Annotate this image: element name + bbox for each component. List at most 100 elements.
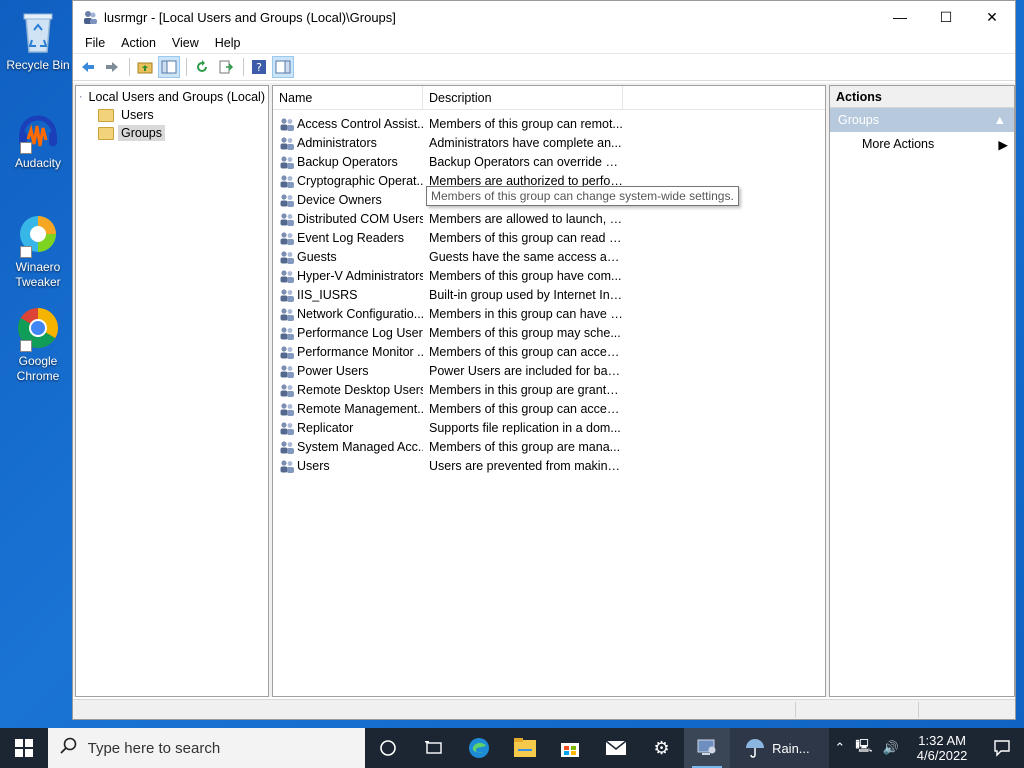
show-hide-action-pane-button[interactable]	[272, 56, 294, 78]
column-header-name[interactable]: Name	[273, 86, 423, 109]
group-description: Users are prevented from making ...	[429, 458, 623, 473]
tree-item-groups[interactable]: Groups	[76, 124, 268, 142]
group-icon	[280, 269, 294, 283]
table-row[interactable]: Backup Operators Backup Operators can ove…	[273, 152, 825, 171]
taskbar-settings[interactable]: ⚙	[639, 728, 685, 768]
desktop-icon-winaero-tweaker[interactable]: Winaero Tweaker	[4, 210, 72, 290]
show-hide-console-tree-button[interactable]	[158, 56, 180, 78]
group-description: Backup Operators can override se...	[429, 154, 623, 169]
table-row[interactable]: Performance Log Users Members of this gro…	[273, 323, 825, 342]
shortcut-arrow-icon	[20, 246, 32, 258]
taskbar-mail[interactable]	[593, 728, 639, 768]
group-description: Power Users are included for back...	[429, 363, 623, 378]
group-description: Members of this group can remot...	[429, 116, 623, 131]
table-row[interactable]: Users Users are prevented from making ...	[273, 456, 825, 475]
maximize-button[interactable]: ☐	[923, 1, 969, 33]
action-pane-icon	[275, 60, 291, 74]
group-description: Members of this group are mana...	[429, 439, 621, 454]
menu-view[interactable]: View	[164, 36, 207, 50]
actions-section-groups[interactable]: Groups ▲	[830, 108, 1014, 132]
taskbar-weather[interactable]: Rain...	[730, 728, 830, 768]
table-row[interactable]: Remote Management... Members of this grou…	[273, 399, 825, 418]
table-row[interactable]: Hyper-V Administrators Members of this gr…	[273, 266, 825, 285]
action-more-actions[interactable]: More Actions ▶	[830, 132, 1014, 156]
shortcut-arrow-icon	[20, 340, 32, 352]
minimize-button[interactable]: —	[877, 1, 923, 33]
tree-item-root[interactable]: Local Users and Groups (Local)	[76, 88, 268, 106]
task-view-button[interactable]	[365, 728, 411, 768]
desktop-icon-google-chrome[interactable]: Google Chrome	[4, 304, 72, 384]
title-bar[interactable]: lusrmgr - [Local Users and Groups (Local…	[73, 1, 1015, 33]
weather-text: Rain...	[772, 740, 810, 756]
group-name: Users	[297, 458, 330, 473]
menu-bar: File Action View Help	[73, 33, 1015, 53]
table-row[interactable]: Event Log Readers Members of this group c…	[273, 228, 825, 247]
group-name: Replicator	[297, 420, 354, 435]
close-button[interactable]: ✕	[969, 1, 1015, 33]
group-name: System Managed Acc...	[297, 439, 423, 454]
network-icon[interactable]: 🖳	[850, 737, 877, 759]
group-name: Event Log Readers	[297, 230, 405, 245]
taskbar-edge[interactable]	[456, 728, 502, 768]
tree-item-users[interactable]: Users	[76, 106, 268, 124]
help-button[interactable]: ?	[248, 56, 270, 78]
up-one-level-button[interactable]	[134, 56, 156, 78]
menu-help[interactable]: Help	[207, 36, 249, 50]
group-icon	[280, 364, 294, 378]
taskbar-clock[interactable]: 1:32 AM 4/6/2022	[904, 733, 981, 763]
table-row[interactable]: Network Configuratio... Members in this g…	[273, 304, 825, 323]
computer-users-icon	[80, 96, 82, 98]
table-row[interactable]: Administrators Administrators have comple…	[273, 133, 825, 152]
table-row[interactable]: Distributed COM Users Members are allowed…	[273, 209, 825, 228]
forward-arrow-icon	[106, 62, 118, 72]
table-row[interactable]: Replicator Supports file replication in a…	[273, 418, 825, 437]
export-list-button[interactable]	[215, 56, 237, 78]
status-segment	[918, 702, 919, 718]
taskbar-store[interactable]	[548, 728, 594, 768]
toolbar: ?	[73, 53, 1015, 81]
back-button[interactable]	[77, 56, 99, 78]
list-header: Name Description	[273, 86, 825, 110]
taskbar-search[interactable]: Type here to search	[47, 728, 366, 768]
refresh-icon	[197, 60, 207, 72]
desktop-icon-recycle-bin[interactable]: Recycle Bin	[4, 8, 72, 73]
taskbar-lusrmgr[interactable]	[684, 728, 731, 768]
group-description: Supports file replication in a dom...	[429, 420, 621, 435]
refresh-button[interactable]	[191, 56, 213, 78]
task-view-icon-button[interactable]	[411, 728, 457, 768]
table-row[interactable]: Access Control Assist... Members of this …	[273, 114, 825, 133]
actions-pane: Actions Groups ▲ More Actions ▶	[829, 85, 1015, 697]
group-description: Members of this group can read e...	[429, 230, 623, 245]
console-tree-icon	[161, 60, 177, 74]
action-center-button[interactable]	[980, 728, 1024, 768]
menu-file[interactable]: File	[77, 36, 113, 50]
forward-button[interactable]	[101, 56, 123, 78]
table-row[interactable]: System Managed Acc... Members of this gro…	[273, 437, 825, 456]
column-header-description[interactable]: Description	[423, 86, 623, 109]
desktop-icon-label: Winaero Tweaker	[15, 260, 61, 289]
window-title: lusrmgr - [Local Users and Groups (Local…	[104, 9, 396, 25]
group-name: Cryptographic Operat...	[297, 173, 423, 188]
desktop-icon-label: Audacity	[14, 156, 62, 170]
taskbar-file-explorer[interactable]	[502, 728, 548, 768]
group-icon	[280, 459, 294, 473]
table-row[interactable]: IIS_IUSRS Built-in group used by Internet…	[273, 285, 825, 304]
group-name-cell: Administrators	[273, 135, 423, 151]
menu-action[interactable]: Action	[113, 36, 164, 50]
group-icon	[280, 345, 294, 359]
table-row[interactable]: Power Users Power Users are included for …	[273, 361, 825, 380]
action-item-label: More Actions	[862, 137, 935, 151]
maximize-icon: ☐	[939, 8, 953, 25]
windows-logo-icon	[14, 739, 33, 757]
toolbar-separator	[243, 58, 244, 76]
table-row[interactable]: Guests Guests have the same access as m..…	[273, 247, 825, 266]
start-button[interactable]	[0, 728, 48, 768]
table-row[interactable]: Remote Desktop Users Members in this grou…	[273, 380, 825, 399]
submenu-arrow-icon: ▶	[998, 137, 1008, 152]
table-row[interactable]: Performance Monitor ... Members of this g…	[273, 342, 825, 361]
desktop-icon-audacity[interactable]: Audacity	[4, 106, 72, 171]
volume-icon[interactable]: 🔊	[878, 740, 904, 756]
folder-icon	[98, 126, 114, 140]
help-icon: ?	[252, 60, 266, 74]
tray-overflow-chevron-icon[interactable]: ⌃	[829, 740, 850, 756]
